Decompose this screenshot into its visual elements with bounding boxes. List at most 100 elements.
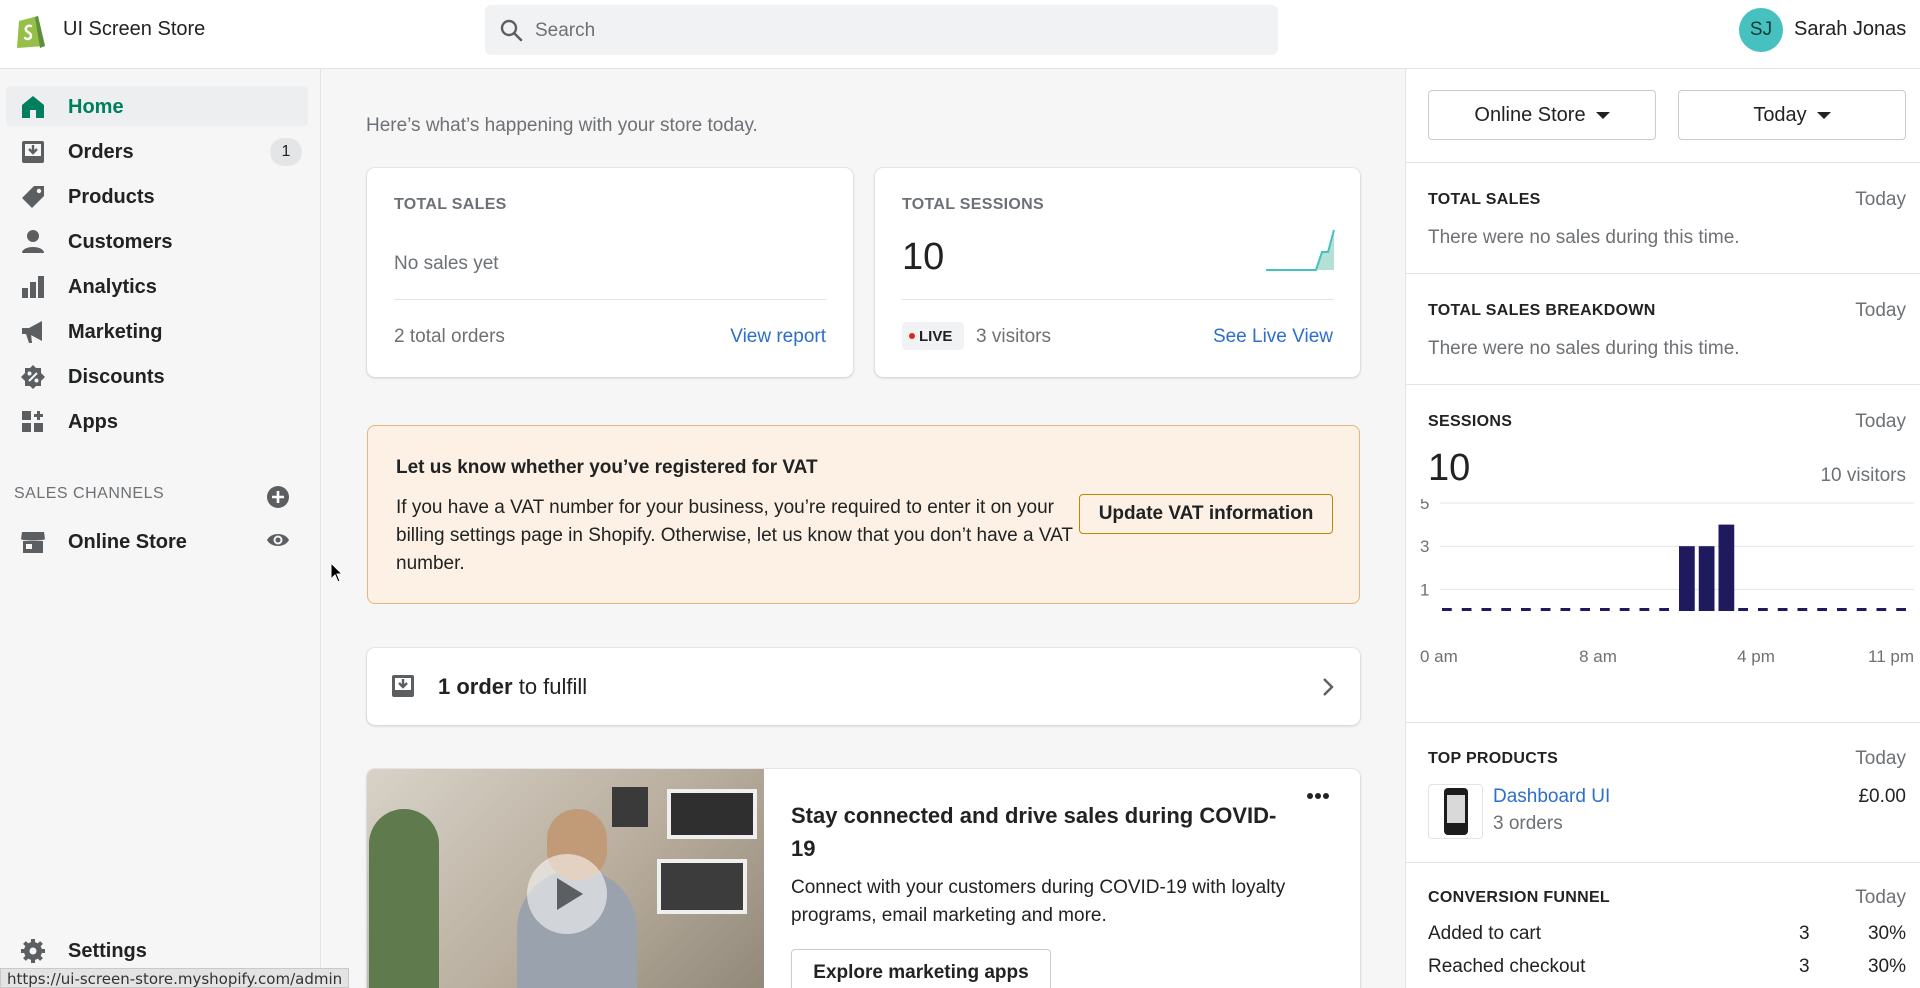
sidebar-item-settings[interactable]: Settings: [6, 930, 308, 970]
y-tick-label: 1: [1420, 580, 1429, 599]
y-tick-label: 5: [1420, 499, 1429, 513]
chart-bar-zero: [1837, 608, 1847, 611]
chart-bar-zero: [1501, 608, 1511, 611]
chart-bar-zero: [1797, 608, 1808, 611]
play-icon[interactable]: [527, 854, 607, 934]
explore-marketing-apps-button[interactable]: Explore marketing apps: [791, 949, 1051, 988]
wall-frame: [657, 859, 747, 914]
total-sessions-card: TOTAL SESSIONS 10 LIVE 3 visitors See Li…: [875, 168, 1360, 377]
sidebar-item-orders[interactable]: Orders 1: [6, 131, 308, 171]
sidebar-item-online-store[interactable]: Online Store: [6, 521, 308, 561]
sidebar: Home Orders 1 Products Customers Analyti…: [0, 69, 321, 988]
promo-card: Stay connected and drive sales during CO…: [367, 769, 1360, 988]
vat-body: If you have a VAT number for your busine…: [396, 497, 1073, 574]
divider: [1406, 722, 1920, 723]
x-tick-label: 4 pm: [1737, 647, 1775, 666]
divider: [1406, 384, 1920, 385]
sidebar-item-analytics[interactable]: Analytics: [6, 266, 308, 306]
sidebar-item-home[interactable]: Home: [6, 86, 308, 126]
more-options-icon[interactable]: [1306, 791, 1330, 801]
fulfill-card[interactable]: 1 order to fulfill: [367, 648, 1360, 725]
orders-icon: [392, 675, 414, 697]
shopify-logo-icon[interactable]: [14, 12, 48, 50]
plant-shape: [369, 809, 439, 988]
chart-bar-zero: [1619, 608, 1630, 611]
live-dot: [909, 333, 915, 339]
wall-frame: [667, 789, 757, 839]
x-tick-label: 0 am: [1420, 647, 1458, 666]
sidebar-item-marketing[interactable]: Marketing: [6, 311, 308, 351]
x-tick-label: 8 am: [1579, 647, 1617, 666]
sessions-period: Today: [1855, 411, 1906, 432]
funnel-row-label: Added to cart: [1428, 923, 1542, 944]
search-bar[interactable]: Search: [485, 5, 1278, 55]
avatar[interactable]: SJ: [1739, 8, 1783, 52]
search-input[interactable]: Search: [535, 20, 595, 42]
add-channel-icon[interactable]: [266, 485, 290, 509]
breakdown-empty: There were no sales during this time.: [1428, 338, 1740, 359]
chart-bar: [1679, 546, 1695, 611]
total-sales-card: TOTAL SALES No sales yet 2 total orders …: [367, 168, 853, 377]
promo-video-thumbnail[interactable]: [367, 769, 764, 988]
chart-bar-zero: [1856, 608, 1867, 611]
sidebar-item-label: Marketing: [68, 321, 163, 343]
channel-select[interactable]: Online Store: [1428, 90, 1656, 140]
megaphone-icon: [22, 321, 42, 343]
chart-bar-zero: [1560, 608, 1571, 611]
sidebar-item-products[interactable]: Products: [6, 176, 308, 216]
sessions-visitors: 10 visitors: [1820, 465, 1906, 486]
sidebar-item-label: Products: [68, 186, 155, 208]
person-icon: [22, 230, 44, 253]
total-orders-text: 2 total orders: [394, 326, 505, 347]
sidebar-item-label: Orders: [68, 141, 134, 163]
fulfill-count: 1 order: [438, 674, 513, 699]
divider: [902, 299, 1334, 300]
divider: [1406, 273, 1920, 274]
sidebar-item-label: Home: [68, 96, 124, 118]
chart-bar-zero: [1461, 608, 1472, 611]
orders-icon: [22, 141, 44, 163]
fulfill-text: 1 order to fulfill: [438, 674, 587, 700]
breakdown-period: Today: [1855, 300, 1906, 321]
product-link[interactable]: Dashboard UI: [1493, 786, 1610, 808]
channel-select-value: Online Store: [1474, 104, 1586, 126]
funnel-row-pct: 30%: [1867, 923, 1906, 944]
funnel-row-pct: 30%: [1867, 956, 1906, 977]
visitors-text: 3 visitors: [976, 326, 1051, 347]
sidebar-item-customers[interactable]: Customers: [6, 221, 308, 261]
sidebar-item-discounts[interactable]: Discounts: [6, 356, 308, 396]
top-products-period: Today: [1855, 748, 1906, 769]
orders-count-badge: 1: [270, 138, 302, 166]
x-tick-label: 11 pm: [1868, 647, 1914, 666]
chart-bar-zero: [1659, 608, 1669, 611]
chart-bar-zero: [1580, 608, 1590, 611]
product-thumbnail[interactable]: [1428, 784, 1483, 839]
vat-banner: Let us know whether you’ve registered fo…: [367, 425, 1360, 604]
sessions-total: 10: [1428, 447, 1471, 489]
funnel-row-count: 3: [1799, 956, 1810, 977]
store-name[interactable]: UI Screen Store: [63, 18, 205, 41]
bar-chart-icon: [22, 276, 44, 298]
eye-icon[interactable]: [266, 528, 290, 552]
fulfill-rest: to fulfill: [512, 674, 588, 699]
chart-bar-zero: [1600, 608, 1610, 611]
sidebar-item-label: Apps: [68, 411, 118, 433]
total-sales-title: TOTAL SALES: [1428, 191, 1541, 208]
chart-bar-zero: [1758, 608, 1768, 611]
right-panel: Online Store Today TOTAL SALES Today The…: [1405, 69, 1920, 988]
date-select[interactable]: Today: [1678, 90, 1906, 140]
chevron-right-icon: [1323, 678, 1334, 696]
sidebar-item-apps[interactable]: Apps: [6, 401, 308, 441]
sidebar-item-label: Analytics: [68, 276, 157, 298]
top-bar: UI Screen Store Search SJ Sarah Jonas: [0, 0, 1920, 69]
conversion-period: Today: [1855, 887, 1906, 908]
chart-bar-zero: [1896, 608, 1906, 611]
view-report-link[interactable]: View report: [730, 326, 826, 348]
card-title: TOTAL SESSIONS: [902, 196, 1045, 213]
intro-text: Here’s what’s happening with your store …: [366, 115, 758, 136]
see-live-view-link[interactable]: See Live View: [1213, 326, 1333, 348]
status-bar-url: https://ui-screen-store.myshopify.com/ad…: [0, 968, 350, 988]
user-name[interactable]: Sarah Jonas: [1794, 18, 1906, 41]
update-vat-button[interactable]: Update VAT information: [1079, 494, 1333, 534]
top-products-title: TOP PRODUCTS: [1428, 750, 1559, 767]
